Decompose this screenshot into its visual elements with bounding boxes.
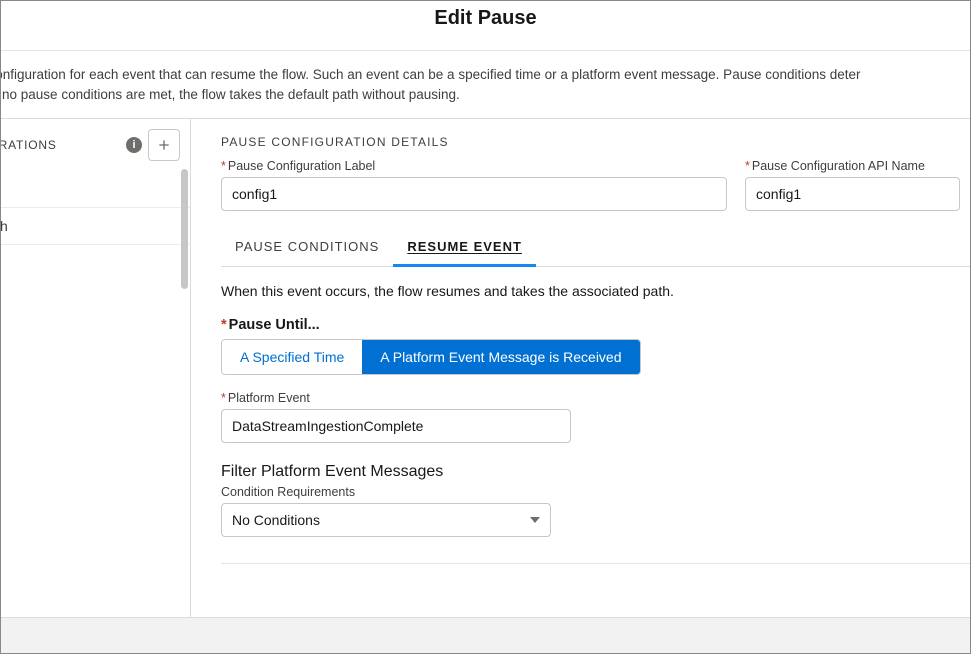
resume-note: When this event occurs, the flow resumes… — [221, 283, 970, 299]
config-api-label: Pause Configuration API Name — [745, 159, 960, 173]
plus-icon — [156, 137, 172, 153]
condition-req-label: Condition Requirements — [221, 485, 970, 499]
pause-until-label: Pause Until... — [221, 317, 970, 333]
config-label-input[interactable] — [221, 177, 727, 211]
pause-until-toggle: A Specified Time A Platform Event Messag… — [221, 339, 641, 375]
sidebar-item-config1[interactable]: fig1 — [1, 171, 190, 208]
option-platform-event[interactable]: A Platform Event Message is Received — [362, 340, 639, 374]
sidebar-heading: GURATIONS — [1, 138, 126, 152]
modal-header: Edit Pause — [1, 1, 970, 38]
config-api-input[interactable] — [745, 177, 960, 211]
platform-event-label: Platform Event — [221, 391, 970, 405]
info-icon[interactable]: i — [126, 137, 142, 153]
condition-req-select[interactable]: No Conditions — [221, 503, 551, 537]
platform-event-input[interactable] — [221, 409, 571, 443]
condition-req-value: No Conditions — [232, 512, 320, 528]
main-panel: PAUSE CONFIGURATION DETAILS Pause Config… — [191, 119, 970, 617]
tabs: PAUSE CONDITIONS RESUME EVENT — [221, 231, 970, 267]
config-label-label: Pause Configuration Label — [221, 159, 727, 173]
tab-resume-event[interactable]: RESUME EVENT — [393, 231, 536, 267]
modal-title: Edit Pause — [1, 7, 970, 30]
description-text: use configuration for each event that ca… — [0, 51, 970, 118]
chevron-down-icon — [530, 517, 540, 523]
configurations-sidebar: GURATIONS i fig1 Path — [1, 119, 191, 617]
tab-pause-conditions[interactable]: PAUSE CONDITIONS — [221, 231, 393, 266]
option-specified-time[interactable]: A Specified Time — [222, 340, 362, 374]
filter-heading: Filter Platform Event Messages — [221, 463, 970, 481]
sidebar-scrollbar[interactable] — [181, 169, 188, 289]
sidebar-item-path[interactable]: Path — [1, 208, 190, 245]
add-configuration-button[interactable] — [148, 129, 180, 161]
section-title: PAUSE CONFIGURATION DETAILS — [221, 135, 970, 149]
modal-footer — [1, 617, 970, 653]
